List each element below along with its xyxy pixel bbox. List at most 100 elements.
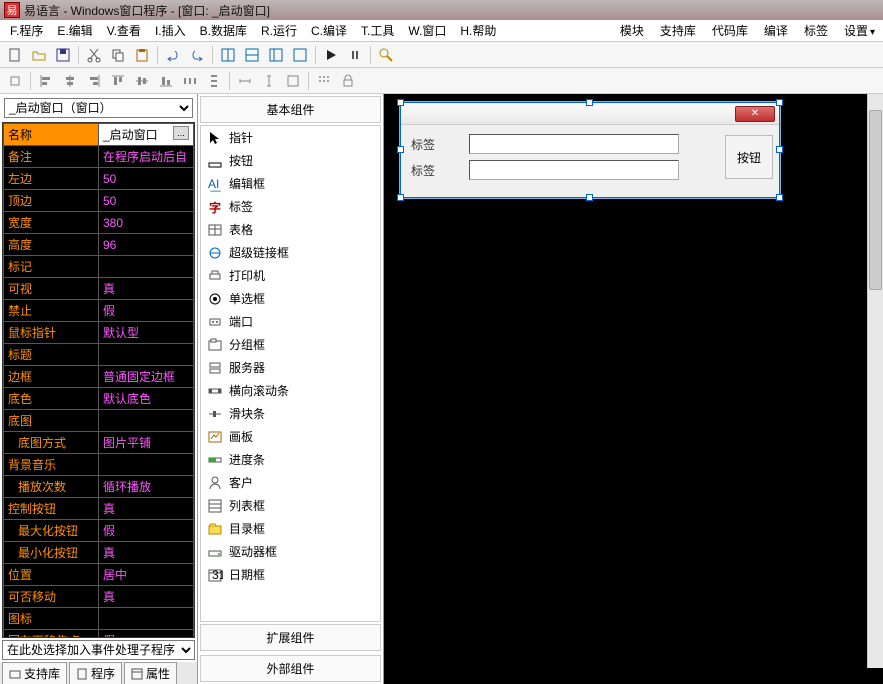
- paste-icon[interactable]: [131, 44, 153, 66]
- save-icon[interactable]: [52, 44, 74, 66]
- component-printer[interactable]: 打印机: [201, 264, 380, 287]
- property-value[interactable]: _启动窗口...: [99, 124, 194, 146]
- menu-tools[interactable]: T.工具: [355, 20, 400, 41]
- rlink-module[interactable]: 模块: [616, 20, 648, 41]
- property-row[interactable]: 背景音乐: [4, 454, 194, 476]
- togrid-icon[interactable]: [313, 70, 335, 92]
- property-value[interactable]: [99, 608, 194, 630]
- dist-h-icon[interactable]: [179, 70, 201, 92]
- property-value[interactable]: [99, 344, 194, 366]
- samewidth-icon[interactable]: [234, 70, 256, 92]
- find-icon[interactable]: [375, 44, 397, 66]
- property-value[interactable]: 假: [99, 300, 194, 322]
- run-icon[interactable]: [320, 44, 342, 66]
- event-select[interactable]: 在此处选择加入事件处理子程序: [2, 640, 195, 660]
- form-input-2[interactable]: [469, 160, 679, 180]
- menu-program[interactable]: F.程序: [4, 20, 49, 41]
- component-date[interactable]: 31日期框: [201, 563, 380, 586]
- component-drive[interactable]: 驱动器框: [201, 540, 380, 563]
- redo-icon[interactable]: [186, 44, 208, 66]
- rlink-settings[interactable]: 设置▾: [840, 20, 879, 41]
- stop-icon[interactable]: [344, 44, 366, 66]
- align-top-icon[interactable]: [107, 70, 129, 92]
- layout1-icon[interactable]: [217, 44, 239, 66]
- property-value[interactable]: 假: [99, 520, 194, 542]
- tab-properties[interactable]: 属性: [124, 662, 177, 684]
- resize-handle[interactable]: [397, 194, 404, 201]
- new-icon[interactable]: [4, 44, 26, 66]
- component-link[interactable]: 超级链接框: [201, 241, 380, 264]
- resize-handle[interactable]: [397, 146, 404, 153]
- resize-handle[interactable]: [776, 146, 783, 153]
- property-row[interactable]: 控制按钮真: [4, 498, 194, 520]
- property-row[interactable]: 位置居中: [4, 564, 194, 586]
- align-bottom-icon[interactable]: [155, 70, 177, 92]
- align-left-icon[interactable]: [35, 70, 57, 92]
- event-selector[interactable]: 在此处选择加入事件处理子程序: [2, 640, 195, 660]
- property-value[interactable]: 96: [99, 234, 194, 256]
- object-select[interactable]: _启动窗口（窗口）: [4, 98, 193, 118]
- property-value[interactable]: 真: [99, 586, 194, 608]
- rlink-tag[interactable]: 标签: [800, 20, 832, 41]
- property-value[interactable]: [99, 410, 194, 432]
- copy-icon[interactable]: [107, 44, 129, 66]
- layout3-icon[interactable]: [265, 44, 287, 66]
- component-editbox[interactable]: A͟I编辑框: [201, 172, 380, 195]
- form-label-2[interactable]: 标签: [411, 162, 461, 179]
- property-row[interactable]: 底色默认底色: [4, 388, 194, 410]
- component-label[interactable]: 字标签: [201, 195, 380, 218]
- sameheight-icon[interactable]: [258, 70, 280, 92]
- component-dirbox[interactable]: 目录框: [201, 517, 380, 540]
- component-port[interactable]: 端口: [201, 310, 380, 333]
- form-titlebar[interactable]: ✕: [401, 103, 779, 125]
- property-row[interactable]: 底图: [4, 410, 194, 432]
- property-value[interactable]: 普通固定边框: [99, 366, 194, 388]
- layout4-icon[interactable]: [289, 44, 311, 66]
- align-right-icon[interactable]: [83, 70, 105, 92]
- align-middle-icon[interactable]: [131, 70, 153, 92]
- property-value[interactable]: [99, 256, 194, 278]
- property-value[interactable]: 真: [99, 498, 194, 520]
- property-row[interactable]: 备注在程序启动后自: [4, 146, 194, 168]
- component-button[interactable]: 按钮: [201, 149, 380, 172]
- property-row[interactable]: 高度96: [4, 234, 194, 256]
- lock-icon[interactable]: [337, 70, 359, 92]
- scroll-thumb[interactable]: [869, 110, 882, 290]
- resize-handle[interactable]: [776, 194, 783, 201]
- menu-help[interactable]: H.帮助: [454, 20, 502, 41]
- property-value[interactable]: 循环播放: [99, 476, 194, 498]
- property-value[interactable]: 50: [99, 190, 194, 212]
- palette-external[interactable]: 外部组件: [200, 655, 381, 682]
- object-selector[interactable]: _启动窗口（窗口）: [4, 98, 193, 118]
- property-value[interactable]: 50: [99, 168, 194, 190]
- ellipsis-button[interactable]: ...: [173, 126, 189, 140]
- property-row[interactable]: 标记: [4, 256, 194, 278]
- property-row[interactable]: 最小化按钮真: [4, 542, 194, 564]
- resize-handle[interactable]: [776, 99, 783, 106]
- design-scroll-v[interactable]: [867, 94, 883, 668]
- property-row[interactable]: 宽度380: [4, 212, 194, 234]
- align-center-icon[interactable]: [59, 70, 81, 92]
- component-canvas[interactable]: 画板: [201, 425, 380, 448]
- form-close-button[interactable]: ✕: [735, 106, 775, 122]
- property-row[interactable]: 禁止假: [4, 300, 194, 322]
- tab-program[interactable]: 程序: [69, 662, 122, 684]
- resize-handle[interactable]: [397, 99, 404, 106]
- component-listbox[interactable]: 列表框: [201, 494, 380, 517]
- property-value[interactable]: 真: [99, 278, 194, 300]
- property-row[interactable]: 顶边50: [4, 190, 194, 212]
- tab-support[interactable]: 支持库: [2, 662, 67, 684]
- property-row[interactable]: 播放次数循环播放: [4, 476, 194, 498]
- component-hscroll[interactable]: 横向滚动条: [201, 379, 380, 402]
- form-label-1[interactable]: 标签: [411, 136, 461, 153]
- rlink-support[interactable]: 支持库: [656, 20, 700, 41]
- undo-icon[interactable]: [162, 44, 184, 66]
- property-row[interactable]: 标题: [4, 344, 194, 366]
- component-table[interactable]: 表格: [201, 218, 380, 241]
- property-row[interactable]: 底图方式图片平铺: [4, 432, 194, 454]
- property-value[interactable]: [99, 454, 194, 476]
- property-value[interactable]: 图片平铺: [99, 432, 194, 454]
- tofront-icon[interactable]: [4, 70, 26, 92]
- menu-edit[interactable]: E.编辑: [51, 20, 98, 41]
- property-row[interactable]: 可否移动真: [4, 586, 194, 608]
